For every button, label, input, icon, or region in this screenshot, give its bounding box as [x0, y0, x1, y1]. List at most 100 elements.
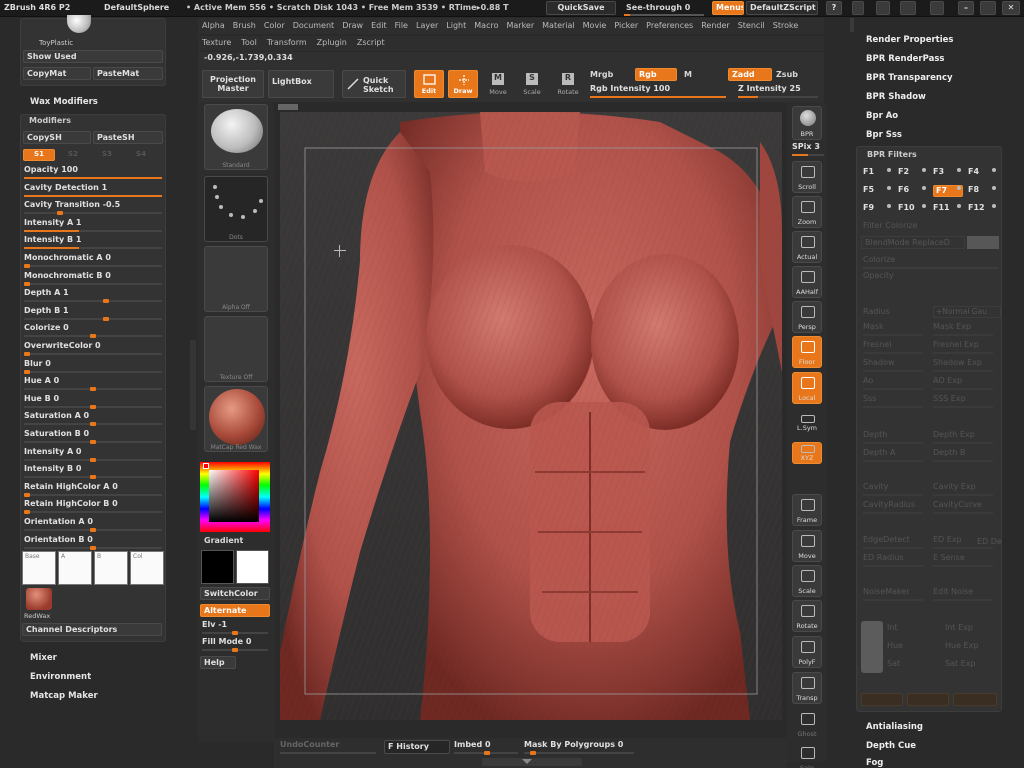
menu-transform[interactable]: Transform	[267, 38, 307, 47]
modifier-slider-5[interactable]: Intensity B 1	[24, 235, 162, 250]
filter-dot-icon[interactable]	[992, 168, 996, 172]
modifier-slider-7[interactable]: Monochromatic B 0	[24, 271, 162, 286]
filter-dot-icon[interactable]	[957, 168, 961, 172]
bpr-filter-depth-b-slider[interactable]: Depth B	[933, 448, 965, 457]
frame-button[interactable]: Frame	[792, 494, 822, 526]
prev-layout-icon[interactable]	[876, 1, 890, 15]
bottom-scroll-handle[interactable]	[482, 758, 582, 766]
filter-dot-icon[interactable]	[957, 186, 961, 190]
filter-slot-f11[interactable]: F11	[933, 203, 950, 212]
lock-icon[interactable]	[930, 1, 944, 15]
rgb-button[interactable]: Rgb	[635, 68, 677, 81]
filter-dot-icon[interactable]	[922, 186, 926, 190]
secondary-color-swatch[interactable]	[236, 550, 269, 584]
color-square[interactable]	[209, 470, 259, 522]
menu-render[interactable]: Render	[701, 21, 729, 30]
bpr-filter-noisemaker-slider[interactable]: NoiseMaker	[863, 587, 910, 596]
filter-color-swatch[interactable]	[967, 236, 999, 249]
modifier-slider-3[interactable]: Cavity Transition -0.5	[24, 200, 162, 216]
brush-thumbnail[interactable]: Standard	[204, 104, 268, 170]
bpr-filter-ed-exp-slider[interactable]: ED Exp	[933, 535, 962, 544]
solo-button[interactable]: Solo	[792, 742, 822, 768]
menu-stencil[interactable]: Stencil	[738, 21, 765, 30]
filter-slot-f5[interactable]: F5	[863, 185, 874, 194]
modifier-slider-12[interactable]: Blur 0	[24, 359, 162, 374]
filter-dot-icon[interactable]	[922, 168, 926, 172]
modifiers-header[interactable]: Modifiers	[29, 116, 71, 125]
bpr-filter-sss-slider[interactable]: Sss	[863, 394, 876, 403]
filter-dot-icon[interactable]	[957, 204, 961, 208]
move-mode-button[interactable]: M Move	[484, 70, 512, 98]
bpr-filter-shadow-slider[interactable]: Shadow	[863, 358, 895, 367]
aahalf-button[interactable]: AAHalf	[792, 266, 822, 298]
menu-material[interactable]: Material	[542, 21, 575, 30]
help-button[interactable]: Help	[200, 656, 236, 669]
noise-int-exp-slider[interactable]: Int Exp	[945, 623, 973, 632]
bpr-filter-mask-exp-slider[interactable]: Mask Exp	[933, 322, 971, 331]
modifier-slider-18[interactable]: Intensity B 0	[24, 464, 162, 480]
rotate-mode-button[interactable]: R Rotate	[554, 70, 582, 98]
menu-movie[interactable]: Movie	[583, 21, 607, 30]
filter-dot-icon[interactable]	[887, 186, 891, 190]
local-button[interactable]: Local	[792, 372, 822, 404]
rgb-intensity-slider[interactable]: Rgb Intensity 100	[590, 84, 726, 98]
menu-macro[interactable]: Macro	[474, 21, 498, 30]
modifier-slider-22[interactable]: Orientation B 0	[24, 535, 162, 550]
restore-icon[interactable]	[980, 1, 996, 15]
bpr-filter-cavity-slider[interactable]: Cavity	[863, 482, 888, 491]
modifier-slider-17[interactable]: Intensity A 0	[24, 447, 162, 462]
main-color-swatch[interactable]	[201, 550, 234, 584]
environment-header[interactable]: Environment	[30, 672, 91, 682]
bpr-filter-depth-slider[interactable]: Depth	[863, 430, 887, 439]
switchcolor-button[interactable]: SwitchColor	[200, 587, 270, 600]
menu-layer[interactable]: Layer	[416, 21, 438, 30]
menu-picker[interactable]: Picker	[614, 21, 638, 30]
bpr-button[interactable]: BPR	[792, 106, 822, 140]
menu-tool[interactable]: Tool	[241, 38, 257, 47]
redwax-thumbnail[interactable]	[26, 588, 52, 610]
bpr-filter-edgedetect-slider[interactable]: EdgeDetect	[863, 535, 910, 544]
imbed-slider[interactable]: Imbed 0	[454, 740, 518, 755]
menu-brush[interactable]: Brush	[233, 21, 256, 30]
channel-swatch-a[interactable]: A	[58, 551, 92, 585]
filter-slot-f12[interactable]: F12	[968, 203, 985, 212]
menu-stroke[interactable]: Stroke	[773, 21, 799, 30]
texture-thumbnail[interactable]: Texture Off	[204, 316, 268, 382]
modifier-slider-2[interactable]: Cavity Detection 1	[24, 183, 162, 197]
modifier-slider-21[interactable]: Orientation A 0	[24, 517, 162, 532]
move-button[interactable]: Move	[792, 530, 822, 562]
bpr-shadow-header[interactable]: BPR Shadow	[866, 92, 926, 102]
filter-button-2[interactable]	[907, 693, 949, 706]
menu-marker[interactable]: Marker	[506, 21, 534, 30]
bpr-filter-e-sense-slider[interactable]: E Sense	[933, 553, 965, 562]
spix-slider[interactable]: SPix 3	[792, 142, 824, 156]
menu-zplugin[interactable]: Zplugin	[317, 38, 347, 47]
pastesh-button[interactable]: PasteSH	[93, 131, 163, 144]
layout-icon[interactable]	[852, 1, 864, 15]
mask-by-polygroups-slider[interactable]: Mask By Polygroups 0	[524, 740, 634, 755]
m-button[interactable]: M	[684, 70, 692, 79]
left-tray-divider[interactable]	[190, 340, 196, 430]
s-button-2[interactable]: S2	[57, 149, 89, 161]
filter-slot-f1[interactable]: F1	[863, 167, 874, 176]
draw-mode-button[interactable]: Draw	[448, 70, 478, 98]
filter-dot-icon[interactable]	[992, 186, 996, 190]
bpr-renderpass-header[interactable]: BPR RenderPass	[866, 54, 944, 64]
lsym-button[interactable]: L.Sym	[792, 412, 822, 434]
filter-dot-icon[interactable]	[887, 168, 891, 172]
modifier-slider-20[interactable]: Retain HighColor B 0	[24, 499, 162, 515]
quick-sketch-button[interactable]: Quick Sketch	[342, 70, 406, 98]
matcap-maker-header[interactable]: Matcap Maker	[30, 691, 98, 701]
lightbox-button[interactable]: LightBox	[268, 70, 334, 98]
alpha-thumbnail[interactable]: Alpha Off	[204, 246, 268, 312]
filter-button-3[interactable]	[953, 693, 997, 706]
xyz-button[interactable]: XYZ	[792, 442, 822, 464]
bpr-filter-fresnel-exp-slider[interactable]: Fresnel Exp	[933, 340, 979, 349]
filter-slot-f9[interactable]: F9	[863, 203, 874, 212]
modifier-slider-11[interactable]: OverwriteColor 0	[24, 341, 162, 356]
see-through-slider[interactable]: See-through 0	[620, 1, 708, 16]
fog-header[interactable]: Fog	[866, 758, 883, 768]
s-button-1[interactable]: S1	[23, 149, 55, 161]
undo-counter-slider[interactable]: UndoCounter	[280, 740, 376, 754]
close-icon[interactable]: ✕	[1002, 1, 1020, 15]
